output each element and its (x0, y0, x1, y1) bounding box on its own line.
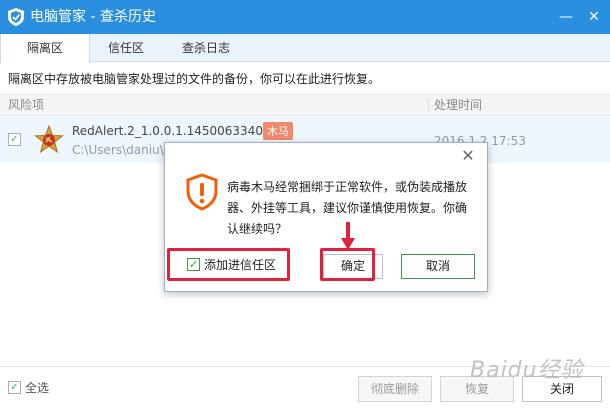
file-name: RedAlert.2_1.0.0.1.1450063340.exe (72, 124, 289, 138)
cancel-button[interactable]: 取消 (401, 254, 475, 279)
tab-bar: 隔离区 信任区 查杀日志 (0, 34, 610, 63)
red-alert-app-icon (34, 125, 64, 154)
window-close-button[interactable]: ✕ (584, 7, 604, 27)
delete-permanently-button[interactable]: 彻底删除 (358, 376, 432, 402)
annotation-arrow-icon (341, 222, 355, 250)
tab-scan-log[interactable]: 查杀日志 (162, 34, 250, 62)
tencent-pc-manager-logo-icon (8, 8, 24, 26)
column-divider (428, 98, 429, 112)
warning-shield-icon (186, 173, 218, 211)
window-title: 电脑管家 - 查杀历史 (30, 9, 156, 25)
column-risk[interactable]: 风险项 (8, 95, 44, 115)
annotation-highlight-trust-checkbox (167, 248, 290, 281)
trojan-badge: 木马 (263, 122, 293, 140)
title-bar: 电脑管家 - 查杀历史 — ✕ (0, 0, 610, 34)
row-checkbox[interactable]: ✓ (8, 133, 21, 146)
quarantine-description: 隔离区中存放被电脑管家处理过的文件的备份，你可以在此进行恢复。 (8, 72, 381, 86)
column-time[interactable]: 处理时间 (434, 95, 482, 115)
tab-trust-zone[interactable]: 信任区 (90, 34, 162, 62)
dialog-close-button[interactable]: ✕ (461, 148, 475, 164)
select-all-checkbox[interactable]: ✓ (8, 381, 21, 394)
list-header: 风险项 处理时间 (0, 94, 610, 116)
minimize-button[interactable]: — (556, 7, 576, 27)
watermark: Baidu经验 (470, 358, 584, 383)
select-all-label[interactable]: 全选 (25, 379, 49, 396)
tab-quarantine[interactable]: 隔离区 (0, 34, 90, 63)
annotation-highlight-confirm-button (320, 248, 375, 281)
